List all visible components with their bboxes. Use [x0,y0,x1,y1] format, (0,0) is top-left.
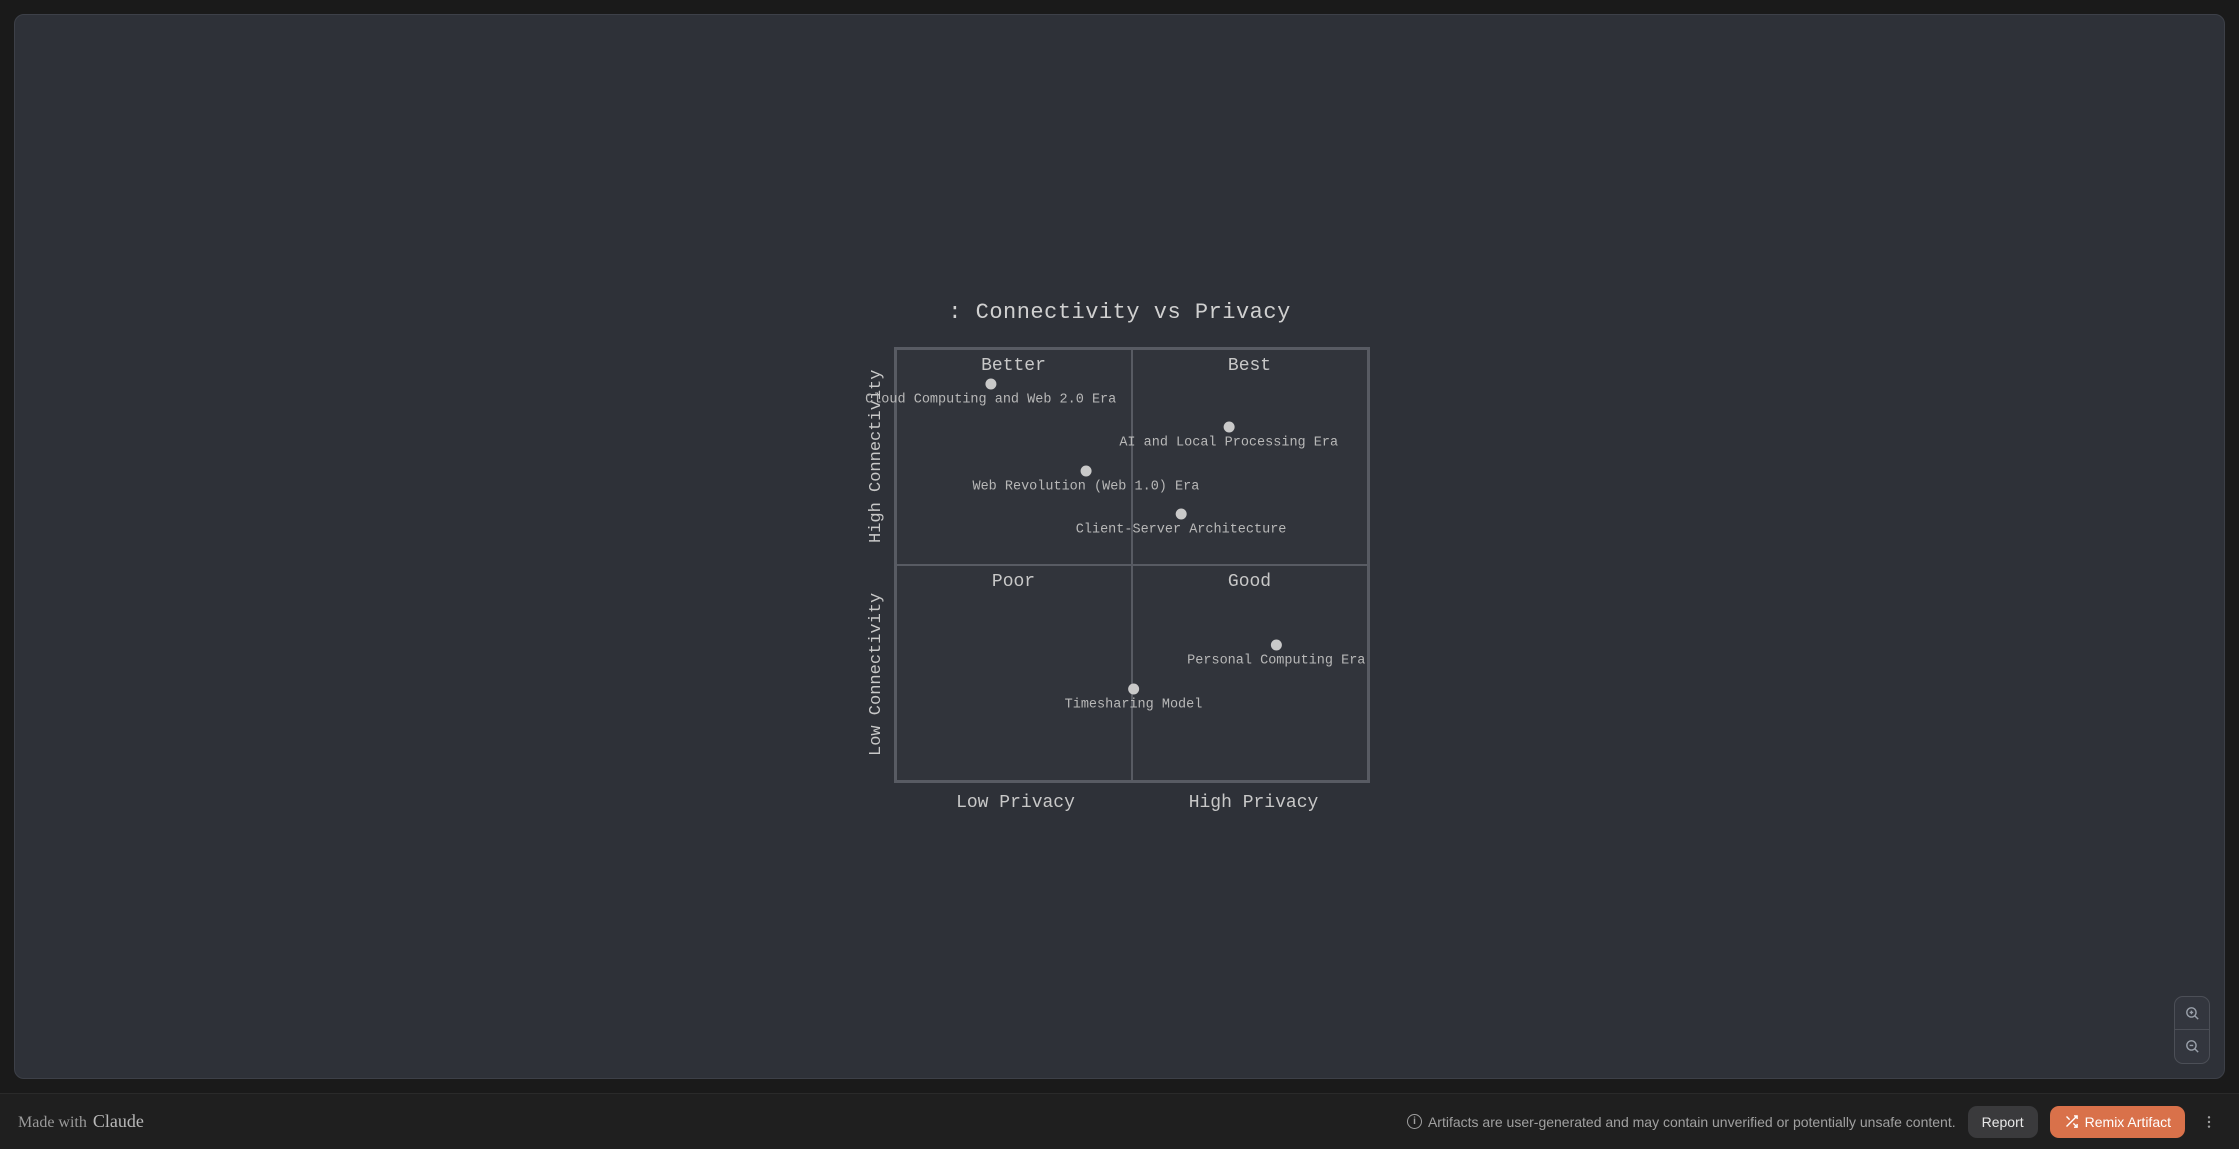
chart-area: High Connectivity Low Connectivity Bette… [867,347,1373,783]
remix-label: Remix Artifact [2085,1114,2171,1130]
point-label: Web Revolution (Web 1.0) Era [972,479,1199,494]
point-label: AI and Local Processing Era [1119,436,1338,451]
point-label: Client-Server Architecture [1076,523,1287,538]
data-point[interactable]: Cloud Computing and Web 2.0 Era [865,378,1116,407]
app-frame: : Connectivity vs Privacy High Connectiv… [0,0,2239,1093]
y-label-low: Low Connectivity [867,565,886,783]
made-with-claude[interactable]: Made with Claude [18,1111,144,1132]
more-options-button[interactable] [2197,1106,2221,1138]
point-label: Personal Computing Era [1187,654,1365,669]
info-icon: i [1407,1114,1422,1129]
zoom-in-icon [2184,1005,2201,1022]
data-point[interactable]: Timesharing Model [1065,683,1203,712]
quad-label-best: Best [1133,356,1367,376]
chart-title: : Connectivity vs Privacy [867,300,1373,325]
y-axis: High Connectivity Low Connectivity [867,347,886,783]
point-dot [1080,465,1091,476]
more-vertical-icon [2201,1114,2217,1130]
point-dot [1223,422,1234,433]
point-dot [985,378,996,389]
point-dot [1128,683,1139,694]
x-label-high: High Privacy [1135,793,1373,813]
quad-label-poor: Poor [897,572,1131,592]
quad-label-better: Better [897,356,1131,376]
zoom-controls [2174,996,2210,1064]
quadrant-bottom-right: Good [1132,565,1368,781]
data-point[interactable]: Personal Computing Era [1187,640,1365,669]
x-axis: Low Privacy High Privacy [897,793,1373,813]
point-dot [1176,509,1187,520]
claude-brand: Claude [93,1111,144,1132]
data-point[interactable]: Web Revolution (Web 1.0) Era [972,465,1199,494]
disclaimer: i Artifacts are user-generated and may c… [1407,1114,1956,1130]
artifact-panel: : Connectivity vs Privacy High Connectiv… [14,14,2225,1079]
quadrant-bottom-left: Poor [896,565,1132,781]
x-label-low: Low Privacy [897,793,1135,813]
remix-artifact-button[interactable]: Remix Artifact [2050,1106,2185,1138]
report-button[interactable]: Report [1968,1106,2038,1138]
disclaimer-text: Artifacts are user-generated and may con… [1428,1114,1956,1130]
quadrant-grid: Better Best Poor Good Cloud Computing an… [894,347,1370,783]
footer-right: i Artifacts are user-generated and may c… [1407,1106,2221,1138]
data-point[interactable]: AI and Local Processing Era [1119,422,1338,451]
shuffle-icon [2064,1114,2079,1129]
point-label: Timesharing Model [1065,697,1203,712]
zoom-out-icon [2184,1038,2201,1055]
point-dot [1271,640,1282,651]
made-with-label: Made with [18,1114,87,1132]
quad-label-good: Good [1133,572,1367,592]
zoom-out-button[interactable] [2175,1030,2209,1063]
footer-bar: Made with Claude i Artifacts are user-ge… [0,1093,2239,1149]
point-label: Cloud Computing and Web 2.0 Era [865,392,1116,407]
quadrant-chart: : Connectivity vs Privacy High Connectiv… [867,280,1373,813]
zoom-in-button[interactable] [2175,997,2209,1030]
data-point[interactable]: Client-Server Architecture [1076,509,1287,538]
